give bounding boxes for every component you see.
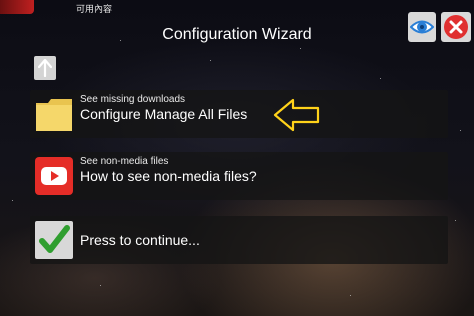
page-title: Configuration Wizard	[162, 26, 312, 43]
star	[100, 285, 101, 286]
app-label: 可用內容	[76, 4, 113, 14]
star	[455, 220, 456, 221]
folder-icon	[36, 99, 72, 131]
up-button[interactable]	[34, 56, 56, 80]
checkmark-icon	[35, 221, 73, 259]
option-subtitle: See missing downloads	[80, 94, 186, 105]
star	[350, 295, 351, 296]
eye-icon	[410, 20, 434, 34]
option-manage-all-files[interactable]: See missing downloads Configure Manage A…	[30, 90, 448, 138]
option-label: Configure Manage All Files	[80, 106, 248, 122]
star	[210, 60, 211, 61]
star	[460, 130, 461, 131]
close-icon	[444, 15, 468, 39]
star	[12, 200, 13, 201]
eye-button[interactable]	[408, 12, 436, 42]
status-bar: 可用內容	[0, 0, 474, 18]
star	[300, 48, 301, 49]
highlight-arrow-icon	[273, 98, 320, 132]
youtube-icon	[35, 157, 73, 195]
option-non-media-files[interactable]: See non-media files How to see non-media…	[30, 152, 448, 200]
option-subtitle: See non-media files	[80, 156, 169, 167]
star	[380, 78, 381, 79]
close-button[interactable]	[441, 12, 471, 42]
option-label: How to see non-media files?	[80, 168, 257, 184]
app-logo	[0, 0, 34, 14]
continue-label: Press to continue...	[80, 232, 200, 248]
up-arrow-icon	[38, 59, 52, 77]
continue-button[interactable]: Press to continue...	[30, 216, 448, 264]
